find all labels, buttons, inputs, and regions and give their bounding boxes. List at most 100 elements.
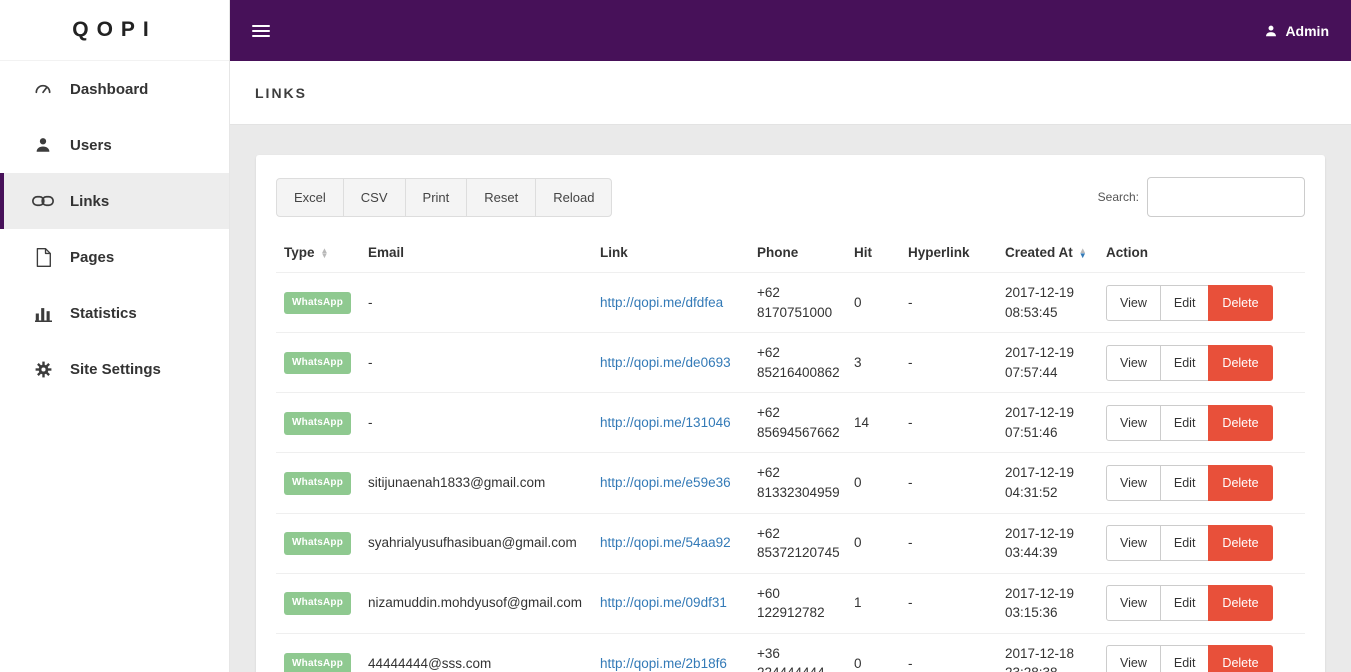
edit-button[interactable]: Edit — [1159, 284, 1210, 321]
whatsapp-badge: WhatsApp — [284, 351, 352, 375]
gear-icon — [32, 359, 54, 379]
action-button-group: View Edit Delete — [1106, 404, 1273, 441]
sidebar-item-links[interactable]: Links — [0, 173, 229, 229]
phone-cell: +62 85694567662 — [749, 392, 846, 453]
type-cell: WhatsApp — [276, 271, 360, 333]
search-label: Search: — [1097, 190, 1139, 204]
short-link[interactable]: http://qopi.me/131046 — [600, 415, 731, 430]
edit-button[interactable]: Edit — [1159, 344, 1210, 381]
phone-cell: +36 224444444 — [749, 632, 846, 672]
short-link[interactable]: http://qopi.me/54aa92 — [600, 535, 731, 550]
view-button[interactable]: View — [1106, 284, 1161, 321]
view-button[interactable]: View — [1106, 645, 1161, 672]
sidebar-item-dashboard[interactable]: Dashboard — [0, 61, 229, 117]
action-button-group: View Edit Delete — [1106, 525, 1273, 562]
reload-button[interactable]: Reload — [535, 177, 613, 217]
table-row: WhatsApp nizamuddin.mohdyusof@gmail.com … — [276, 572, 1305, 634]
created-at-cell: 2017-12-18 23:28:38 — [997, 632, 1098, 672]
column-header-email[interactable]: Email — [360, 233, 592, 273]
sidebar: QOPI Dashboard Users Links Pages Statist… — [0, 0, 230, 672]
sidebar-item-statistics[interactable]: Statistics — [0, 285, 229, 341]
view-button[interactable]: View — [1106, 464, 1161, 501]
sidebar-item-pages[interactable]: Pages — [0, 229, 229, 285]
dashboard-icon — [32, 79, 54, 99]
type-cell: WhatsApp — [276, 512, 360, 574]
column-header-action: Action — [1106, 245, 1148, 260]
whatsapp-badge: WhatsApp — [284, 472, 352, 495]
bar-chart-icon — [32, 303, 54, 323]
delete-button[interactable]: Delete — [1208, 585, 1273, 622]
type-cell: WhatsApp — [276, 332, 360, 393]
delete-button[interactable]: Delete — [1208, 464, 1273, 501]
hit-cell: 0 — [846, 632, 900, 672]
excel-button[interactable]: Excel — [276, 177, 344, 217]
delete-button[interactable]: Delete — [1208, 404, 1273, 441]
action-button-group: View Edit Delete — [1106, 585, 1273, 622]
view-button[interactable]: View — [1106, 525, 1161, 562]
phone-cell: +62 81332304959 — [749, 452, 846, 513]
search-input[interactable] — [1147, 177, 1305, 217]
phone-cell: +62 85216400862 — [749, 332, 846, 393]
action-cell: View Edit Delete — [1098, 271, 1305, 333]
phone-cell: +60 122912782 — [749, 572, 846, 634]
link-cell: http://qopi.me/09df31 — [592, 572, 749, 634]
page-icon — [32, 247, 54, 267]
link-cell: http://qopi.me/2b18f6 — [592, 632, 749, 672]
edit-button[interactable]: Edit — [1159, 404, 1210, 441]
admin-menu[interactable]: Admin — [1264, 23, 1329, 39]
delete-button[interactable]: Delete — [1208, 284, 1273, 321]
content-area: Excel CSV Print Reset Reload Search: Typ… — [230, 125, 1351, 672]
table-row: WhatsApp 44444444@sss.com http://qopi.me… — [276, 632, 1305, 672]
delete-button[interactable]: Delete — [1208, 645, 1273, 672]
app-window: QOPI Dashboard Users Links Pages Statist… — [0, 0, 1351, 672]
delete-button[interactable]: Delete — [1208, 525, 1273, 562]
column-header-created-at[interactable]: Created At ▲ ▼ — [997, 233, 1098, 273]
email-cell: - — [360, 332, 592, 393]
type-cell: WhatsApp — [276, 392, 360, 453]
action-cell: View Edit Delete — [1098, 392, 1305, 453]
delete-button[interactable]: Delete — [1208, 344, 1273, 381]
column-header-phone[interactable]: Phone — [749, 233, 846, 273]
hyperlink-cell: - — [900, 452, 997, 513]
sidebar-item-label: Dashboard — [70, 80, 149, 98]
view-button[interactable]: View — [1106, 344, 1161, 381]
short-link[interactable]: http://qopi.me/e59e36 — [600, 475, 731, 490]
brand-logo: QOPI — [0, 0, 229, 61]
column-header-hit[interactable]: Hit — [846, 233, 900, 273]
sidebar-item-site-settings[interactable]: Site Settings — [0, 341, 229, 397]
short-link[interactable]: http://qopi.me/dfdfea — [600, 295, 723, 310]
edit-button[interactable]: Edit — [1159, 464, 1210, 501]
hyperlink-cell: - — [900, 271, 997, 333]
whatsapp-badge: WhatsApp — [284, 412, 352, 435]
table-row: WhatsApp - http://qopi.me/131046 +62 856… — [276, 392, 1305, 453]
action-cell: View Edit Delete — [1098, 572, 1305, 634]
reset-button[interactable]: Reset — [466, 177, 537, 217]
view-button[interactable]: View — [1106, 585, 1161, 622]
edit-button[interactable]: Edit — [1159, 645, 1210, 672]
type-cell: WhatsApp — [276, 572, 360, 634]
short-link[interactable]: http://qopi.me/09df31 — [600, 595, 727, 610]
hamburger-menu-icon[interactable] — [252, 22, 270, 40]
type-cell: WhatsApp — [276, 632, 360, 672]
table-header-row: Type ▲ ▼ Email Link Phone Hit Hyperlink Cr… — [276, 233, 1305, 273]
column-header-type[interactable]: Type ▲ ▼ — [276, 233, 360, 273]
table-row: WhatsApp syahrialyusufhasibuan@gmail.com… — [276, 512, 1305, 574]
print-button[interactable]: Print — [404, 177, 468, 217]
links-table-body: WhatsApp - http://qopi.me/dfdfea +62 817… — [276, 271, 1305, 672]
edit-button[interactable]: Edit — [1159, 525, 1210, 562]
whatsapp-badge: WhatsApp — [284, 592, 352, 615]
whatsapp-badge: WhatsApp — [284, 532, 352, 555]
column-header-link[interactable]: Link — [592, 233, 749, 273]
created-at-cell: 2017-12-19 07:51:46 — [997, 392, 1098, 453]
hyperlink-cell: - — [900, 512, 997, 574]
action-button-group: View Edit Delete — [1106, 284, 1273, 321]
edit-button[interactable]: Edit — [1159, 585, 1210, 622]
view-button[interactable]: View — [1106, 404, 1161, 441]
short-link[interactable]: http://qopi.me/2b18f6 — [600, 656, 727, 671]
column-header-hyperlink[interactable]: Hyperlink — [900, 233, 997, 273]
sidebar-item-users[interactable]: Users — [0, 117, 229, 173]
hyperlink-cell: - — [900, 392, 997, 453]
csv-button[interactable]: CSV — [342, 177, 406, 217]
hyperlink-cell: - — [900, 572, 997, 634]
short-link[interactable]: http://qopi.me/de0693 — [600, 355, 731, 370]
